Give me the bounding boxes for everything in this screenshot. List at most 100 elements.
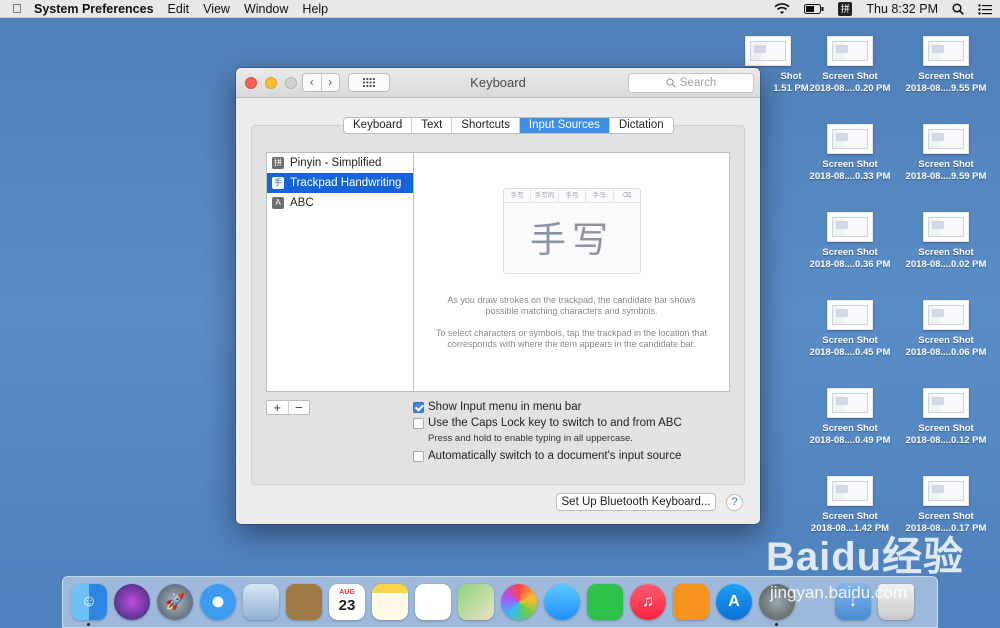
tab-keyboard[interactable]: Keyboard — [344, 118, 411, 133]
source-label: Trackpad Handwriting — [290, 177, 402, 189]
mail-icon[interactable] — [243, 584, 279, 620]
screenshot-thumbnail-icon — [827, 212, 873, 242]
menu-help[interactable]: Help — [295, 0, 335, 18]
calendar-day: 23 — [338, 597, 356, 614]
app-store-icon[interactable]: A — [716, 584, 752, 620]
help-button[interactable]: ? — [726, 494, 743, 511]
screenshot-thumbnail-icon — [923, 476, 969, 506]
caps-lock-hint: Press and hold to enable typing in all u… — [428, 433, 633, 444]
candidate-item: 手写的 — [531, 189, 559, 202]
setup-bluetooth-keyboard-button[interactable]: Set Up Bluetooth Keyboard... — [556, 493, 716, 511]
search-placeholder: Search — [679, 77, 717, 89]
screenshot-thumbnail-icon — [827, 36, 873, 66]
running-indicator — [775, 623, 778, 626]
menu-view[interactable]: View — [196, 0, 237, 18]
battery-icon[interactable] — [804, 4, 824, 14]
calendar-icon[interactable]: AUG 23 — [329, 584, 365, 620]
caps-lock-option[interactable]: Use the Caps Lock key to switch to and f… — [413, 417, 682, 429]
reminders-icon[interactable] — [415, 584, 451, 620]
notes-icon[interactable] — [372, 584, 408, 620]
auto-switch-checkbox[interactable] — [413, 450, 424, 462]
finder-icon[interactable]: ☺ — [71, 584, 107, 620]
preview-description-2: To select characters or symbols, tap the… — [435, 328, 708, 349]
handwriting-icon: 手 — [272, 177, 284, 189]
caps-lock-checkbox[interactable] — [413, 417, 424, 429]
desktop-screenshot-file[interactable]: Screen Shot 2018-08....0.02 PM — [898, 212, 994, 271]
back-chevron-icon[interactable]: ‹ — [303, 74, 321, 91]
screenshot-thumbnail-icon — [923, 212, 969, 242]
screenshot-thumbnail-icon — [923, 388, 969, 418]
add-source-button[interactable]: + — [267, 401, 288, 414]
option-label: Show Input menu in menu bar — [428, 401, 582, 413]
source-label: Pinyin - Simplified — [290, 157, 382, 169]
apple-menu-icon[interactable]:  — [0, 1, 34, 16]
running-indicator — [87, 623, 90, 626]
photos-icon[interactable] — [501, 584, 537, 620]
desktop-screenshot-file[interactable]: Screen Shot 2018-08....0.36 PM — [802, 212, 898, 271]
desktop-screenshot-file[interactable]: Screen Shot 2018-08....0.20 PM — [802, 36, 898, 95]
handwriting-preview-panel: 手写 手写的 手弓 手马 ⌫ 手写 As you draw strokes on… — [413, 152, 730, 392]
tab-input-sources[interactable]: Input Sources — [518, 118, 609, 133]
menu-clock[interactable]: Thu 8:32 PM — [866, 2, 938, 16]
tab-shortcuts[interactable]: Shortcuts — [451, 118, 519, 133]
list-item[interactable]: 拼 Pinyin - Simplified — [267, 153, 414, 173]
watermark-url: jingyan.baidu.com — [770, 583, 908, 602]
preference-tabs: Keyboard Text Shortcuts Input Sources Di… — [343, 117, 674, 134]
menu-app-name[interactable]: System Preferences — [34, 0, 161, 18]
input-source-menu-icon[interactable]: 拼 — [838, 2, 853, 16]
spotlight-search-icon[interactable] — [952, 3, 964, 15]
list-item[interactable]: 手 Trackpad Handwriting — [267, 173, 414, 193]
history-nav: ‹ › — [302, 73, 340, 92]
contacts-icon[interactable] — [286, 584, 322, 620]
handwriting-illustration: 手写 手写的 手弓 手马 ⌫ 手写 — [503, 188, 641, 274]
calendar-month: AUG — [339, 589, 355, 596]
menu-edit[interactable]: Edit — [161, 0, 197, 18]
auto-switch-option[interactable]: Automatically switch to a document's inp… — [413, 450, 681, 462]
menu-bar:  System Preferences Edit View Window He… — [0, 0, 1000, 18]
keyboard-preferences-window: Keyboard ‹ › Search Keyboard Text Shortc… — [236, 68, 760, 524]
handwritten-characters: 手写 — [529, 220, 614, 261]
forward-chevron-icon[interactable]: › — [320, 74, 340, 91]
notification-center-icon[interactable] — [978, 3, 992, 15]
messages-icon[interactable] — [544, 584, 580, 620]
list-item[interactable]: A ABC — [267, 193, 414, 213]
option-label: Use the Caps Lock key to switch to and f… — [428, 417, 682, 429]
facetime-icon[interactable] — [587, 584, 623, 620]
screenshot-thumbnail-icon — [827, 476, 873, 506]
desktop-screenshot-file[interactable]: Screen Shot 2018-08....9.55 PM — [898, 36, 994, 95]
show-input-menu-checkbox[interactable] — [413, 401, 424, 413]
add-remove-controls: + − — [266, 400, 310, 415]
desktop-screenshot-file[interactable]: Screen Shot 2018-08....9.59 PM — [898, 124, 994, 183]
show-input-menu-option[interactable]: Show Input menu in menu bar — [413, 401, 581, 413]
tab-text[interactable]: Text — [411, 118, 451, 133]
screenshot-thumbnail-icon — [827, 300, 873, 330]
music-icon[interactable]: ♫ — [630, 584, 666, 620]
show-all-grid-button[interactable] — [348, 73, 390, 92]
preferences-search-input[interactable]: Search — [628, 73, 754, 93]
screenshot-thumbnail-icon — [923, 124, 969, 154]
candidate-item: 手马 — [586, 189, 614, 202]
source-label: ABC — [290, 197, 314, 209]
input-sources-list: 拼 Pinyin - Simplified 手 Trackpad Handwri… — [266, 152, 414, 392]
desktop-screenshot-file[interactable]: Screen Shot 2018-08....0.06 PM — [898, 300, 994, 359]
maps-icon[interactable] — [458, 584, 494, 620]
pinyin-icon: 拼 — [272, 157, 284, 169]
siri-icon[interactable] — [114, 584, 150, 620]
launchpad-icon[interactable]: 🚀 — [157, 584, 193, 620]
window-titlebar[interactable]: Keyboard ‹ › Search — [236, 68, 760, 98]
tab-dictation[interactable]: Dictation — [608, 118, 673, 133]
preview-description-1: As you draw strokes on the trackpad, the… — [447, 295, 696, 316]
ibooks-icon[interactable] — [673, 584, 709, 620]
safari-icon[interactable] — [200, 584, 236, 620]
screenshot-thumbnail-icon — [827, 388, 873, 418]
desktop-screenshot-file[interactable]: Screen Shot 2018-08....0.12 PM — [898, 388, 994, 447]
candidate-item: 手弓 — [559, 189, 587, 202]
desktop-screenshot-file[interactable]: Screen Shot 2018-08....0.33 PM — [802, 124, 898, 183]
candidate-bar: 手写 手写的 手弓 手马 ⌫ — [504, 189, 640, 203]
screenshot-thumbnail-icon — [745, 36, 791, 66]
remove-source-button[interactable]: − — [287, 401, 310, 414]
desktop-screenshot-file[interactable]: Screen Shot 2018-08....0.45 PM — [802, 300, 898, 359]
menu-window[interactable]: Window — [237, 0, 295, 18]
desktop-screenshot-file[interactable]: Screen Shot 2018-08....0.49 PM — [802, 388, 898, 447]
wifi-icon[interactable] — [774, 3, 790, 15]
